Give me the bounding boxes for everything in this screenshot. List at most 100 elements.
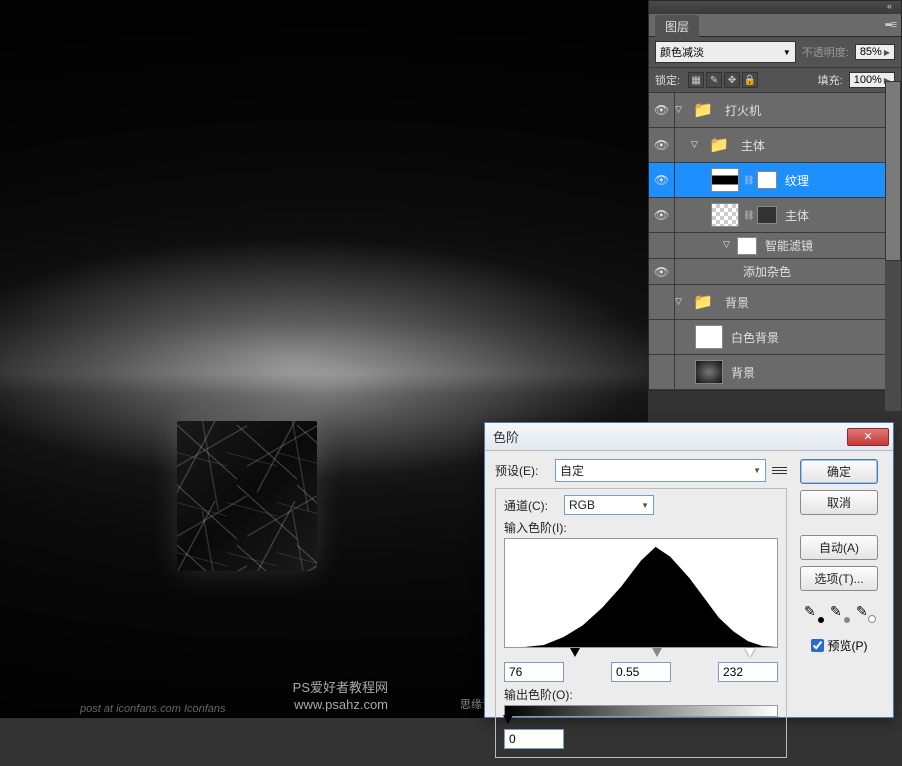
lock-transparency-icon[interactable]: ▦ (688, 72, 704, 88)
fill-label: 填充: (818, 72, 843, 88)
layer-list[interactable]: 👁▽📁打火机👁▽📁主体👁⛓纹理👁⛓主体▽▽智能滤镜👁添加杂色▽📁背景白色背景背景 (649, 93, 901, 390)
layer-row[interactable]: 白色背景 (649, 320, 901, 355)
ok-button[interactable]: 确定 (800, 459, 878, 484)
highlight-input[interactable] (718, 662, 778, 682)
opacity-input[interactable]: 85% ▶ (855, 44, 895, 60)
input-slider[interactable] (504, 650, 778, 660)
lock-row: 锁定: ▦ ✎ ✥ 🔒 填充: 100% ▶ (649, 68, 901, 93)
layer-row[interactable]: 👁▽ 📁 打火机 (649, 93, 901, 128)
chevron-down-icon: ▼ (753, 466, 761, 475)
preview-row: 预览(P) (811, 637, 868, 654)
layer-label: 打火机 (725, 102, 901, 119)
visibility-toggle[interactable] (649, 285, 675, 319)
layer-label: 白色背景 (731, 329, 901, 346)
output-shadow-slider[interactable] (503, 715, 513, 724)
lock-paint-icon[interactable]: ✎ (706, 72, 722, 88)
layer-row[interactable]: 👁 添加杂色 (649, 259, 901, 285)
layer-thumbnail[interactable] (695, 325, 723, 349)
output-gradient (504, 705, 778, 717)
layer-thumbnail[interactable] (711, 203, 739, 227)
midtone-input[interactable] (611, 662, 671, 682)
link-icon[interactable]: ⛓ (743, 210, 753, 221)
layer-label: 主体 (785, 207, 886, 224)
layer-label: 背景 (731, 364, 901, 381)
preset-label: 预设(E): (495, 462, 549, 479)
preview-checkbox[interactable] (811, 639, 824, 652)
blend-mode-value: 颜色减淡 (660, 44, 704, 60)
panel-collapse-bar[interactable]: « (649, 1, 901, 14)
visibility-toggle[interactable]: 👁 (649, 259, 675, 284)
visibility-toggle[interactable]: 👁 (649, 163, 675, 197)
scrollbar[interactable] (885, 81, 901, 411)
layer-label: 背景 (725, 294, 901, 311)
folder-icon: 📁 (705, 133, 733, 157)
layer-row[interactable]: 👁 ▽ 📁 主体 (649, 128, 901, 163)
preset-row: 预设(E): 自定 ▼ (495, 459, 787, 482)
channel-value: RGB (569, 498, 595, 512)
mask-thumbnail[interactable] (757, 171, 777, 189)
gray-point-eyedropper-icon[interactable]: ✎ (830, 603, 848, 621)
lock-label: 锁定: (655, 72, 680, 88)
layer-label: 纹理 (785, 172, 901, 189)
layer-label: 添加杂色 (743, 263, 901, 280)
output-slider[interactable] (504, 717, 778, 727)
auto-button[interactable]: 自动(A) (800, 535, 878, 560)
layers-panel: « 图层 ▪▪▪≡ 颜色减淡 ▼ 不透明度: 85% ▶ 锁定: ▦ ✎ ✥ 🔒… (648, 0, 902, 391)
layer-row[interactable]: ▽智能滤镜 (649, 233, 901, 259)
smart-thumbnail[interactable] (757, 206, 777, 224)
input-levels-label: 输入色阶(I): (504, 519, 778, 536)
visibility-toggle[interactable]: 👁 (649, 198, 675, 232)
layer-row[interactable]: 👁⛓主体▽ (649, 198, 901, 233)
layer-row[interactable]: 👁 ⛓ 纹理 (649, 163, 901, 198)
visibility-toggle[interactable] (649, 355, 675, 389)
preset-menu-icon[interactable] (772, 464, 787, 477)
preset-value: 自定 (560, 462, 584, 479)
levels-dialog: 色阶 ✕ 预设(E): 自定 ▼ 通道(C): RGB ▼ (484, 422, 894, 718)
visibility-toggle[interactable] (649, 320, 675, 354)
watermark-iconfans: post at iconfans.com Iconfans (80, 703, 226, 715)
expand-toggle-icon[interactable]: ▽ (723, 239, 733, 250)
watermark-line1: PS爱好者教程网 (293, 680, 388, 697)
output-shadow-input[interactable] (504, 729, 564, 749)
expand-toggle-icon[interactable]: ▽ (691, 139, 701, 150)
dialog-titlebar[interactable]: 色阶 ✕ (485, 423, 893, 451)
dialog-title: 色阶 (493, 427, 847, 446)
panel-menu-icon[interactable]: ▪▪▪≡ (885, 19, 895, 31)
options-button[interactable]: 选项(T)... (800, 566, 878, 591)
shadow-input[interactable] (504, 662, 564, 682)
lock-position-icon[interactable]: ✥ (724, 72, 740, 88)
layer-thumbnail[interactable] (711, 168, 739, 192)
collapse-icon[interactable]: « (887, 1, 897, 14)
black-point-eyedropper-icon[interactable]: ✎ (804, 603, 822, 621)
cancel-button[interactable]: 取消 (800, 490, 878, 515)
scrollbar-thumb[interactable] (885, 81, 901, 261)
channel-select[interactable]: RGB ▼ (564, 495, 654, 515)
layer-label: 主体 (741, 137, 901, 154)
expand-toggle-icon[interactable]: ▽ (675, 296, 685, 307)
panel-tab-row: 图层 ▪▪▪≡ (649, 14, 901, 37)
expand-toggle-icon[interactable]: ▽ (675, 104, 685, 115)
link-icon[interactable]: ⛓ (743, 175, 753, 186)
layer-row[interactable]: 背景 (649, 355, 901, 390)
layer-row[interactable]: ▽ 📁 背景 (649, 285, 901, 320)
chevron-down-icon: ▼ (783, 48, 791, 57)
chevron-down-icon: ▼ (641, 501, 649, 510)
visibility-toggle[interactable] (649, 233, 675, 258)
visibility-toggle[interactable]: 👁 (649, 128, 675, 162)
layers-tab[interactable]: 图层 (655, 15, 699, 38)
filter-mask-thumbnail[interactable] (737, 237, 757, 255)
preview-label: 预览(P) (828, 637, 868, 654)
highlight-slider[interactable] (745, 648, 755, 657)
folder-icon: 📁 (689, 98, 717, 122)
preset-select[interactable]: 自定 ▼ (555, 459, 766, 482)
lock-all-icon[interactable]: 🔒 (742, 72, 758, 88)
shadow-slider[interactable] (570, 648, 580, 657)
layer-thumbnail[interactable] (695, 360, 723, 384)
histogram[interactable] (504, 538, 778, 648)
midtone-slider[interactable] (652, 648, 662, 657)
white-point-eyedropper-icon[interactable]: ✎ (856, 603, 874, 621)
folder-icon: 📁 (689, 290, 717, 314)
blend-mode-select[interactable]: 颜色减淡 ▼ (655, 41, 796, 63)
visibility-toggle[interactable]: 👁 (649, 93, 675, 127)
close-button[interactable]: ✕ (847, 428, 889, 446)
